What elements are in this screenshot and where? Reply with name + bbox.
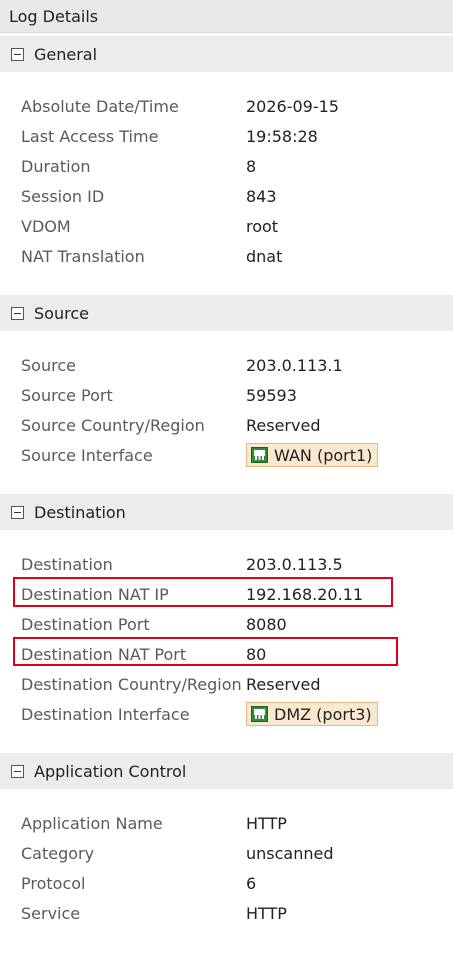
panel-title-text: Log Details	[9, 6, 99, 26]
detail-row: Destination Interface DMZ (port3)	[0, 699, 453, 729]
detail-value: 8	[246, 156, 257, 176]
section-general-rows: Absolute Date/Time 2026-09-15 Last Access…	[0, 72, 453, 289]
detail-label: Source	[21, 355, 76, 375]
detail-label: VDOM	[21, 216, 71, 236]
detail-row: Absolute Date/Time 2026-09-15	[0, 91, 453, 121]
section-source: Source Source 203.0.113.1 Source Port 5959…	[0, 295, 453, 488]
collapse-icon[interactable]	[11, 764, 24, 778]
section-general: General Absolute Date/Time 2026-09-15 Las…	[0, 36, 453, 289]
detail-value: 203.0.113.5	[246, 554, 343, 574]
detail-row: Protocol 6	[0, 868, 453, 898]
detail-value: HTTP	[246, 813, 287, 833]
detail-label: Service	[21, 903, 81, 923]
detail-row: Destination NAT Port 80	[0, 639, 453, 669]
detail-label: Destination Country/Region	[21, 674, 242, 694]
section-application-header[interactable]: Application Control	[0, 753, 453, 789]
interface-badge[interactable]: DMZ (port3)	[246, 702, 378, 726]
detail-value: 6	[246, 873, 257, 893]
detail-label: Duration	[21, 156, 91, 176]
detail-row: Destination Port 8080	[0, 609, 453, 639]
detail-row: VDOM root	[0, 211, 453, 241]
detail-label: Destination	[21, 554, 113, 574]
section-destination: Destination Destination 203.0.113.5 Desti…	[0, 494, 453, 747]
detail-label: Session ID	[21, 186, 105, 206]
detail-label: Source Port	[21, 385, 113, 405]
detail-row: Category unscanned	[0, 838, 453, 868]
detail-row: Source Interface WAN (port1)	[0, 440, 453, 470]
detail-label: Source Interface	[21, 445, 153, 465]
detail-value: dnat	[246, 246, 283, 266]
detail-value: Reserved	[246, 674, 321, 694]
detail-label: Destination NAT IP	[21, 584, 169, 604]
detail-label: NAT Translation	[21, 246, 145, 266]
section-title: Source	[34, 303, 89, 323]
detail-value: Reserved	[246, 415, 321, 435]
detail-row: Source 203.0.113.1	[0, 350, 453, 380]
detail-value: 59593	[246, 385, 297, 405]
section-destination-header[interactable]: Destination	[0, 494, 453, 530]
detail-value: WAN (port1)	[246, 443, 379, 467]
interface-name: WAN (port1)	[274, 445, 373, 465]
detail-row: Application Name HTTP	[0, 808, 453, 838]
detail-value: root	[246, 216, 279, 236]
collapse-icon[interactable]	[11, 47, 24, 61]
detail-value: 843	[246, 186, 277, 206]
detail-label: Application Name	[21, 813, 163, 833]
network-port-icon	[251, 706, 268, 722]
detail-row: Duration 8	[0, 151, 453, 181]
detail-value: HTTP	[246, 903, 287, 923]
detail-value: DMZ (port3)	[246, 702, 378, 726]
detail-label: Destination Port	[21, 614, 150, 634]
collapse-icon[interactable]	[11, 306, 24, 320]
section-title: Application Control	[34, 761, 187, 781]
collapse-icon[interactable]	[11, 505, 24, 519]
detail-value: 19:58:28	[246, 126, 318, 146]
detail-label: Source Country/Region	[21, 415, 205, 435]
detail-label: Destination Interface	[21, 704, 190, 724]
detail-row: Destination NAT IP 192.168.20.11	[0, 579, 453, 609]
section-general-header[interactable]: General	[0, 36, 453, 72]
panel-title: Log Details	[0, 0, 453, 33]
detail-label: Protocol	[21, 873, 86, 893]
section-application-control: Application Control Application Name HTTP…	[0, 753, 453, 946]
section-destination-rows: Destination 203.0.113.5 Destination NAT I…	[0, 530, 453, 747]
section-application-rows: Application Name HTTP Category unscanned P…	[0, 789, 453, 946]
detail-row: Destination Country/Region Reserved	[0, 669, 453, 699]
detail-row: Source Country/Region Reserved	[0, 410, 453, 440]
network-port-icon	[251, 447, 268, 463]
section-source-rows: Source 203.0.113.1 Source Port 59593 Sourc…	[0, 331, 453, 488]
detail-row: Session ID 843	[0, 181, 453, 211]
detail-value: 203.0.113.1	[246, 355, 343, 375]
detail-row: Destination 203.0.113.5	[0, 549, 453, 579]
detail-row: Last Access Time 19:58:28	[0, 121, 453, 151]
detail-value: 192.168.20.11	[246, 584, 364, 604]
detail-row: NAT Translation dnat	[0, 241, 453, 271]
detail-value: 80	[246, 644, 267, 664]
detail-value: 8080	[246, 614, 287, 634]
detail-label: Category	[21, 843, 95, 863]
detail-value: unscanned	[246, 843, 334, 863]
interface-badge[interactable]: WAN (port1)	[246, 443, 379, 467]
section-source-header[interactable]: Source	[0, 295, 453, 331]
detail-label: Absolute Date/Time	[21, 96, 179, 116]
detail-row: Source Port 59593	[0, 380, 453, 410]
section-title: Destination	[34, 502, 126, 522]
section-title: General	[34, 44, 98, 64]
detail-row: Service HTTP	[0, 898, 453, 928]
interface-name: DMZ (port3)	[274, 704, 372, 724]
detail-value: 2026-09-15	[246, 96, 339, 116]
detail-label: Destination NAT Port	[21, 644, 187, 664]
detail-label: Last Access Time	[21, 126, 159, 146]
